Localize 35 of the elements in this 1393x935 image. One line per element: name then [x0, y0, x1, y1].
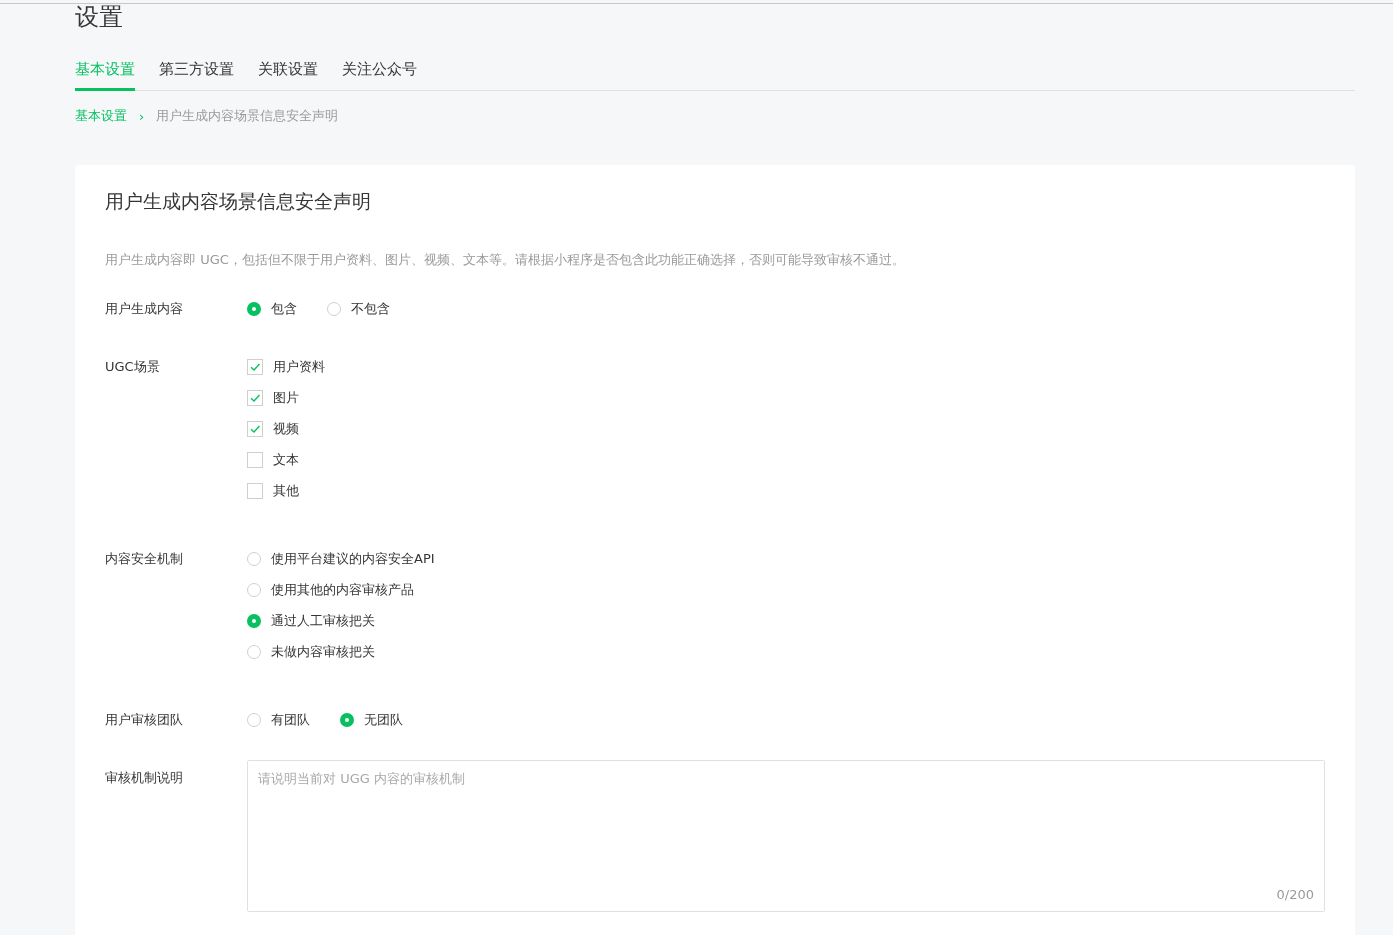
radio-button[interactable] [247, 302, 261, 316]
field-label: 用户审核团队 [105, 711, 184, 729]
page-title: 设置 [75, 2, 124, 32]
option-label: 未做内容审核把关 [271, 643, 375, 661]
tab[interactable]: 第三方设置 [159, 56, 234, 91]
option-label: 有团队 [271, 711, 310, 729]
breadcrumb-current: 用户生成内容场景信息安全声明 [156, 107, 339, 125]
tab[interactable]: 关注公众号 [342, 56, 417, 91]
checkbox[interactable] [247, 452, 263, 468]
character-counter: 0/200 [1276, 887, 1314, 902]
checkbox[interactable] [247, 359, 263, 375]
breadcrumb-separator: › [139, 108, 145, 124]
card-title: 用户生成内容场景信息安全声明 [105, 189, 372, 214]
option-label: 通过人工审核把关 [271, 612, 375, 630]
radio-button[interactable] [340, 713, 354, 727]
option-label: 不包含 [351, 300, 390, 318]
field-label: UGC场景 [105, 358, 161, 376]
option-label: 使用其他的内容审核产品 [271, 581, 414, 599]
option-label: 视频 [273, 420, 299, 438]
option-label: 用户资料 [273, 358, 325, 376]
field-label: 内容安全机制 [105, 550, 184, 568]
tab[interactable]: 关联设置 [258, 56, 318, 91]
option-label: 图片 [273, 389, 299, 407]
checkbox[interactable] [247, 483, 263, 499]
option-label: 文本 [273, 451, 299, 469]
checkbox[interactable] [247, 390, 263, 406]
option-label: 无团队 [364, 711, 403, 729]
checkbox[interactable] [247, 421, 263, 437]
option-label: 包含 [271, 300, 297, 318]
field-label: 审核机制说明 [105, 769, 184, 787]
option-label: 使用平台建议的内容安全API [271, 550, 435, 568]
description-text: 用户生成内容即 UGC，包括但不限于用户资料、图片、视频、文本等。请根据小程序是否包含此功能正确选择，否则可能导致审核不通过。 [105, 251, 906, 269]
field-label: 用户生成内容 [105, 300, 184, 318]
option-label: 其他 [273, 482, 299, 500]
radio-button[interactable] [247, 614, 261, 628]
